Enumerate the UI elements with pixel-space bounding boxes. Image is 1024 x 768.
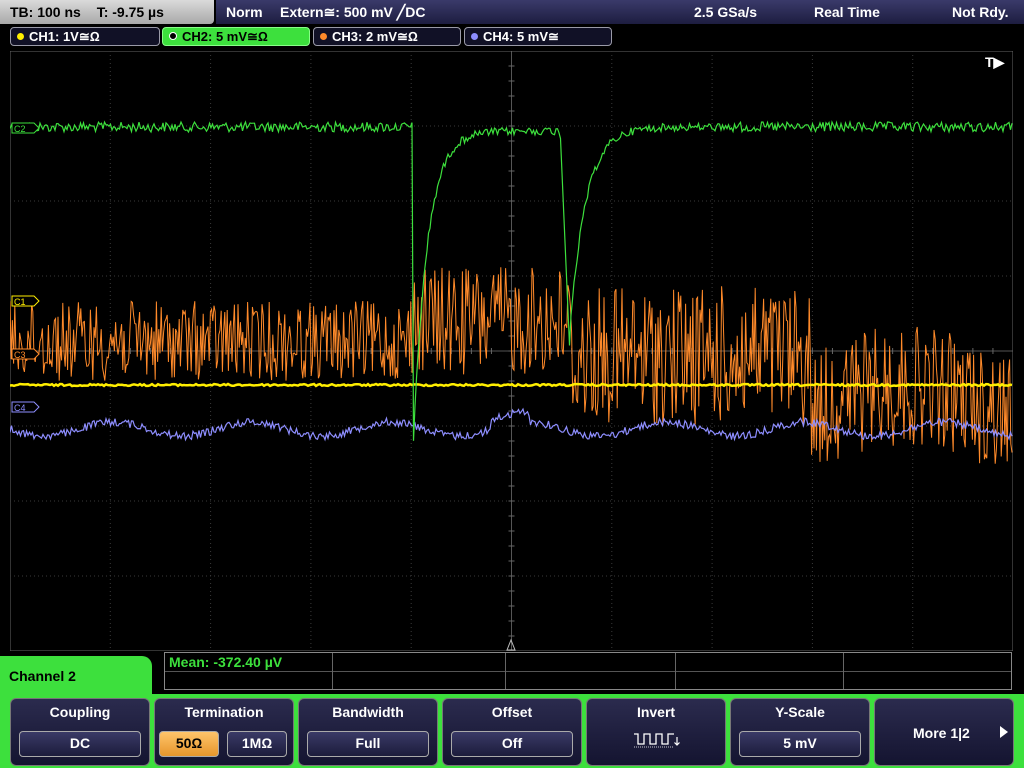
measurement-divider	[332, 653, 333, 689]
ch3-level-marker[interactable]: C3	[11, 348, 40, 360]
ch2-color-dot	[169, 32, 177, 40]
bandwidth-softkey[interactable]: Bandwidth Full	[298, 698, 438, 766]
status-bar: TB: 100 ns T: -9.75 µs Norm Extern≅: 500…	[0, 0, 1024, 24]
menu-title: Channel 2	[9, 668, 76, 684]
offset-label: Offset	[491, 704, 533, 720]
y-scale-value[interactable]: 5 mV	[739, 731, 861, 757]
more-label: More 1|2	[913, 725, 970, 741]
y-scale-softkey[interactable]: Y-Scale 5 mV	[730, 698, 870, 766]
ch3-color-dot	[320, 33, 327, 40]
channel-tab-ch3[interactable]: CH3: 2 mV≅Ω	[313, 27, 461, 46]
invert-softkey[interactable]: Invert	[586, 698, 726, 766]
waveform-display[interactable]: C1 C2 C3 C4 T▶	[10, 51, 1013, 651]
invert-waveform-icon	[634, 733, 680, 748]
ch1-color-dot	[17, 33, 24, 40]
timebase-readout: TB: 100 ns	[10, 4, 81, 20]
ch1-level-marker[interactable]: C1	[11, 295, 40, 307]
channel-tab-ch1[interactable]: CH1: 1V≅Ω	[10, 27, 160, 46]
ch3-marker-label: C3	[14, 350, 26, 360]
ch4-level-marker[interactable]: C4	[11, 401, 40, 413]
timebase-box[interactable]: TB: 100 ns T: -9.75 µs	[0, 0, 214, 24]
ch4-label: CH4: 5 mV≅	[483, 29, 559, 44]
measurement-divider	[505, 653, 506, 689]
arrow-right-icon	[1000, 726, 1008, 738]
termination-50ohm-option[interactable]: 50Ω	[159, 731, 219, 757]
y-scale-label: Y-Scale	[775, 704, 825, 720]
ch3-label: CH3: 2 mV≅Ω	[332, 29, 418, 44]
ch4-marker-label: C4	[14, 403, 26, 413]
ch1-label: CH1: 1V≅Ω	[29, 29, 100, 44]
termination-label: Termination	[184, 704, 264, 720]
ch1-marker-label: C1	[14, 297, 26, 307]
trigger-mode: Norm	[226, 4, 263, 20]
coupling-value[interactable]: DC	[19, 731, 141, 757]
sample-rate: 2.5 GSa/s	[694, 4, 758, 20]
more-softkey[interactable]: More 1|2	[874, 698, 1014, 766]
ch2-marker-label: C2	[14, 124, 26, 134]
bandwidth-label: Bandwidth	[332, 704, 404, 720]
termination-softkey[interactable]: Termination 50Ω 1MΩ	[154, 698, 294, 766]
channel-tab-ch4[interactable]: CH4: 5 mV≅	[464, 27, 612, 46]
trigger-position-marker[interactable]: T▶	[985, 54, 1006, 70]
acquisition-mode: Real Time	[814, 4, 880, 20]
ch2-label: CH2: 5 mV≅Ω	[182, 29, 268, 44]
offset-softkey[interactable]: Offset Off	[442, 698, 582, 766]
mean-measurement: Mean: -372.40 µV	[169, 654, 283, 670]
ch2-level-marker[interactable]: C2	[11, 122, 40, 134]
trigger-bar[interactable]: Norm Extern≅: 500 mV ╱DC 2.5 GSa/s Real …	[216, 0, 1024, 24]
offset-value[interactable]: Off	[451, 731, 573, 757]
measurement-divider	[675, 653, 676, 689]
run-state: Not Rdy.	[952, 4, 1009, 20]
measurement-divider	[165, 671, 1011, 672]
coupling-label: Coupling	[49, 704, 111, 720]
measurement-divider	[843, 653, 844, 689]
measurement-panel: Mean: -372.40 µV	[164, 652, 1012, 690]
channel-tab-ch2[interactable]: CH2: 5 mV≅Ω	[162, 27, 310, 46]
bandwidth-value[interactable]: Full	[307, 731, 429, 757]
trigger-source: Extern≅: 500 mV ╱DC	[280, 4, 426, 20]
ch4-color-dot	[471, 33, 478, 40]
trigger-time-readout: T: -9.75 µs	[96, 4, 164, 20]
termination-1mohm-option[interactable]: 1MΩ	[227, 731, 287, 757]
invert-label: Invert	[636, 704, 676, 720]
coupling-softkey[interactable]: Coupling DC	[10, 698, 150, 766]
